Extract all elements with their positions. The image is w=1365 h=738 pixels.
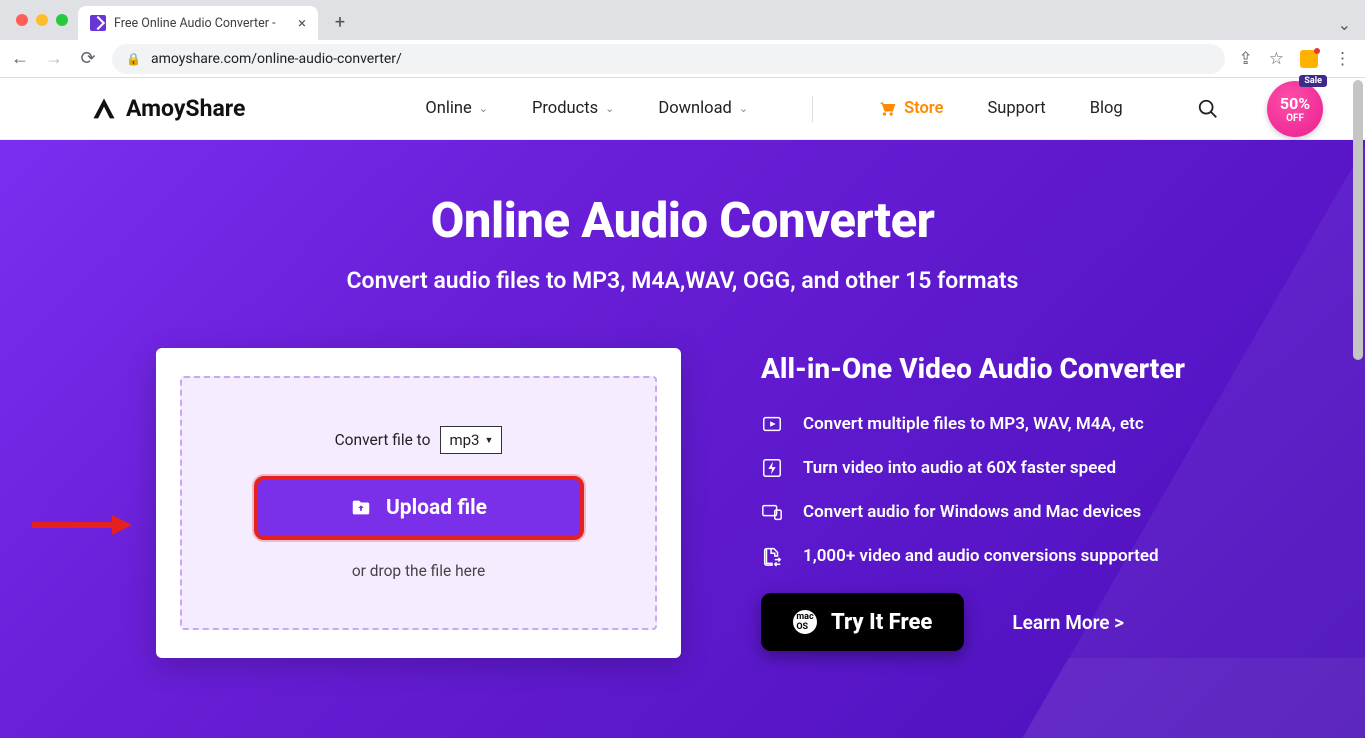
feature-item: Turn video into audio at 60X faster spee… — [761, 457, 1185, 479]
feature-text: Turn video into audio at 60X faster spee… — [803, 458, 1116, 478]
convert-icon — [761, 545, 783, 567]
drop-zone[interactable]: Convert file to mp3 ▼ Upload file or dro… — [180, 376, 657, 630]
tab-title: Free Online Audio Converter - — [114, 16, 276, 31]
brand-name: AmoyShare — [126, 95, 245, 122]
page-title: Online Audio Converter — [0, 192, 1365, 249]
site-header: AmoyShare Online ⌄ Products ⌄ Download ⌄ St… — [0, 78, 1365, 140]
feature-text: Convert multiple files to MP3, WAV, M4A,… — [803, 414, 1144, 434]
feature-item: Convert multiple files to MP3, WAV, M4A,… — [761, 413, 1185, 435]
format-select[interactable]: mp3 ▼ — [440, 426, 502, 454]
new-tab-button[interactable]: + — [326, 8, 354, 36]
upload-icon — [350, 497, 372, 519]
promo-title: All-in-One Video Audio Converter — [761, 352, 1185, 385]
nav-label: Store — [904, 99, 943, 118]
sale-tag: Sale — [1299, 75, 1327, 87]
macos-icon: macOS — [793, 610, 817, 634]
sale-percent: 50% — [1280, 94, 1310, 113]
reload-button[interactable]: ⟳ — [78, 48, 98, 69]
nav-online[interactable]: Online ⌄ — [425, 99, 488, 118]
sale-off: OFF — [1286, 113, 1304, 124]
feature-item: 1,000+ video and audio conversions suppo… — [761, 545, 1185, 567]
caret-down-icon: ▼ — [484, 435, 493, 446]
nav-label: Support — [987, 99, 1045, 118]
browser-chrome: Free Online Audio Converter - × + ⌄ ← → … — [0, 0, 1365, 78]
browser-menu-icon[interactable]: ⋮ — [1334, 49, 1351, 69]
maximize-window-icon[interactable] — [56, 14, 68, 26]
annotation-arrow — [32, 514, 132, 540]
feature-text: Convert audio for Windows and Mac device… — [803, 502, 1141, 522]
nav-blog[interactable]: Blog — [1090, 99, 1123, 118]
window-controls[interactable] — [10, 0, 78, 40]
nav-label: Products — [532, 99, 598, 118]
page-subtitle: Convert audio files to MP3, M4A,WAV, OGG… — [0, 267, 1365, 294]
nav-download[interactable]: Download ⌄ — [658, 99, 748, 118]
nav-products[interactable]: Products ⌄ — [532, 99, 614, 118]
extension-icon[interactable] — [1300, 50, 1318, 68]
divider — [812, 96, 813, 122]
favicon-icon — [90, 15, 106, 31]
logo-icon — [90, 95, 118, 123]
chevron-down-icon: ⌄ — [739, 102, 748, 115]
chevron-down-icon: ⌄ — [605, 102, 614, 115]
lock-icon: 🔒 — [126, 52, 141, 66]
browser-tab[interactable]: Free Online Audio Converter - × — [78, 6, 318, 40]
cart-icon — [877, 99, 897, 119]
scrollbar[interactable] — [1353, 80, 1363, 360]
back-button[interactable]: ← — [10, 48, 30, 69]
upload-card: Convert file to mp3 ▼ Upload file or dro… — [156, 348, 681, 658]
nav-label: Download — [658, 99, 731, 118]
feature-item: Convert audio for Windows and Mac device… — [761, 501, 1185, 523]
brand-logo[interactable]: AmoyShare — [90, 95, 245, 123]
nav-support[interactable]: Support — [987, 99, 1045, 118]
promo-column: All-in-One Video Audio Converter Convert… — [761, 348, 1185, 658]
upload-button[interactable]: Upload file — [254, 476, 584, 540]
try-free-label: Try It Free — [831, 610, 932, 635]
share-icon[interactable]: ⇪ — [1239, 49, 1253, 69]
bookmark-icon[interactable]: ☆ — [1269, 49, 1284, 69]
tab-close-icon[interactable]: × — [298, 14, 306, 32]
format-value: mp3 — [449, 431, 479, 449]
try-free-button[interactable]: macOS Try It Free — [761, 593, 964, 651]
url-text: amoyshare.com/online-audio-converter/ — [151, 51, 402, 67]
nav-label: Blog — [1090, 99, 1123, 118]
hero-section: Online Audio Converter Convert audio fil… — [0, 140, 1365, 738]
sale-badge[interactable]: Sale 50% OFF — [1267, 81, 1323, 137]
convert-label: Convert file to — [335, 431, 431, 449]
forward-button[interactable]: → — [44, 48, 64, 69]
devices-icon — [761, 501, 783, 523]
address-bar[interactable]: 🔒 amoyshare.com/online-audio-converter/ — [112, 44, 1225, 74]
close-window-icon[interactable] — [16, 14, 28, 26]
convert-row: Convert file to mp3 ▼ — [335, 426, 503, 454]
tabs-overflow-icon[interactable]: ⌄ — [1338, 15, 1365, 40]
upload-button-label: Upload file — [386, 496, 487, 520]
drop-hint: or drop the file here — [352, 562, 485, 580]
bolt-icon — [761, 457, 783, 479]
nav-label: Online — [425, 99, 471, 118]
feature-text: 1,000+ video and audio conversions suppo… — [803, 546, 1159, 566]
learn-more-link[interactable]: Learn More > — [1012, 611, 1124, 634]
search-icon[interactable] — [1197, 98, 1219, 120]
minimize-window-icon[interactable] — [36, 14, 48, 26]
video-icon — [761, 413, 783, 435]
nav-store[interactable]: Store — [877, 99, 943, 119]
chevron-down-icon: ⌄ — [479, 102, 488, 115]
